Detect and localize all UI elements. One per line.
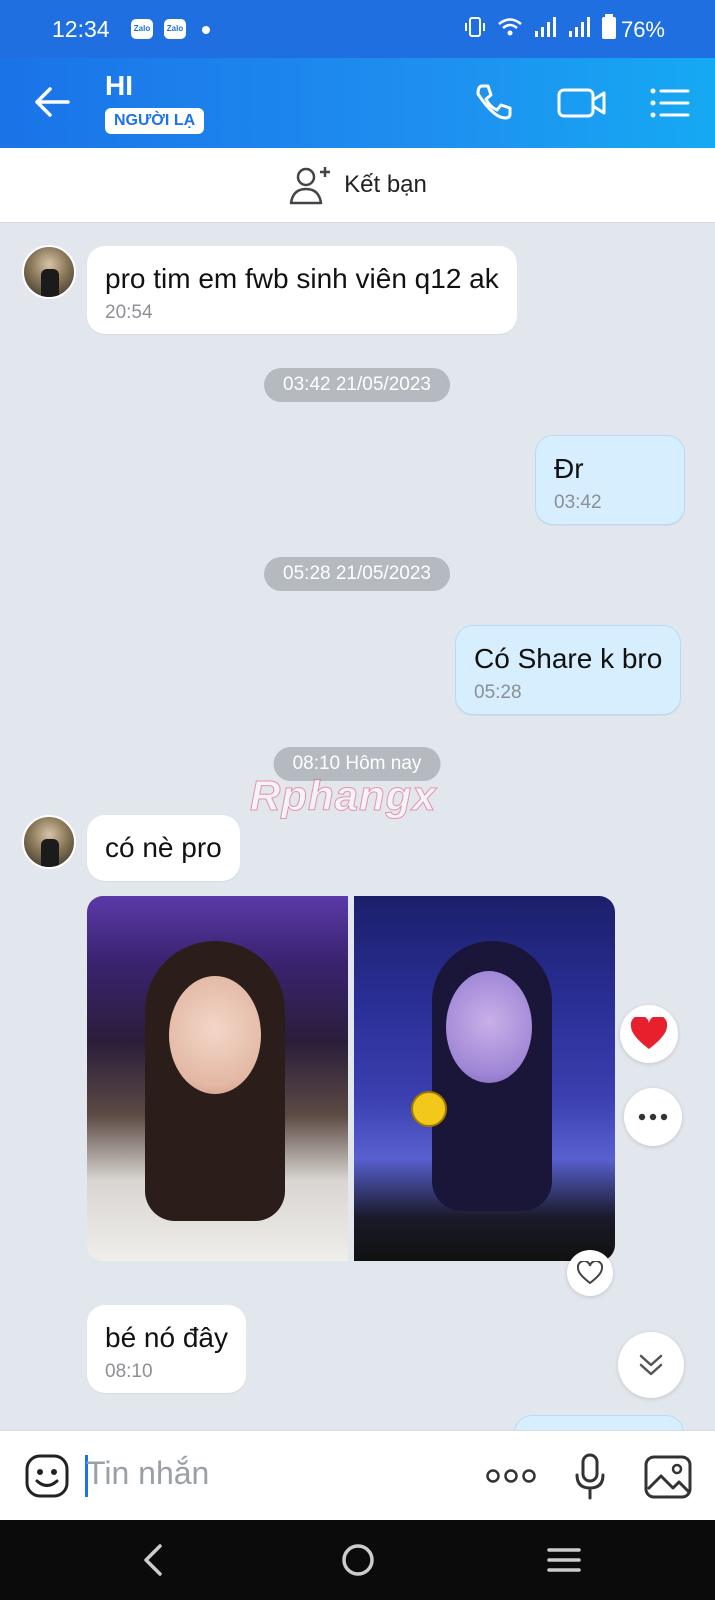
nav-home-icon[interactable]	[340, 1540, 376, 1580]
battery-percent: 76%	[620, 17, 665, 42]
photo-grid[interactable]	[87, 896, 615, 1261]
date-separator: 03:42 21/05/2023	[264, 368, 450, 402]
message-time: 03:42	[554, 492, 602, 513]
message-time: 08:10	[105, 1361, 153, 1382]
photo-face	[446, 971, 532, 1083]
wifi-icon	[498, 18, 522, 36]
message-text: pro tim em fwb sinh viên q12 ak	[105, 263, 499, 294]
vibrate-icon	[465, 17, 485, 37]
battery-icon	[602, 14, 616, 39]
status-time: 12:34	[52, 16, 110, 42]
phone-call-icon[interactable]	[470, 80, 516, 126]
signal-icon	[535, 17, 556, 37]
heart-filled-icon	[630, 1017, 668, 1049]
react-button[interactable]	[567, 1250, 613, 1296]
message-bubble-sent[interactable]: Đr 03:42	[535, 435, 685, 525]
message-bubble-received[interactable]: bé nó đây 08:10	[87, 1305, 246, 1393]
double-chevron-down-icon	[639, 1354, 663, 1376]
message-input[interactable]: Tin nhắn	[86, 1455, 209, 1492]
reaction-heart-button[interactable]	[620, 1005, 678, 1063]
message-time: 20:54	[105, 302, 153, 323]
add-friend-icon	[289, 167, 331, 205]
photo-image[interactable]	[354, 896, 615, 1261]
stranger-badge: NGƯỜI LẠ	[105, 108, 205, 134]
microphone-icon[interactable]	[574, 1453, 606, 1501]
date-separator: 05:28 21/05/2023	[264, 557, 450, 591]
zalo-notification-icon: Zalo	[164, 19, 186, 39]
nav-recents-icon[interactable]	[546, 1540, 582, 1580]
status-icons	[463, 14, 617, 40]
more-options-button[interactable]	[624, 1088, 682, 1146]
zalo-notification-icon: Zalo	[131, 19, 153, 39]
more-dots-icon	[638, 1113, 668, 1121]
message-text: Có Share k bro	[474, 643, 663, 674]
video-call-icon[interactable]	[556, 80, 608, 126]
gallery-image-icon[interactable]	[644, 1455, 692, 1499]
system-nav-bar	[0, 1520, 715, 1600]
scroll-to-bottom-button[interactable]	[618, 1332, 684, 1398]
nav-back-icon[interactable]	[138, 1540, 168, 1580]
message-text: Đr	[554, 453, 584, 484]
more-horizontal-icon[interactable]	[486, 1469, 536, 1483]
chat-header: HI NGƯỜI LẠ	[0, 58, 715, 148]
smiley-sticker-icon	[411, 1091, 447, 1127]
message-text: bé nó đây	[105, 1322, 228, 1353]
message-bubble-sent[interactable]: Có Share k bro 05:28	[455, 625, 682, 715]
menu-list-icon[interactable]	[648, 80, 690, 126]
contact-avatar[interactable]	[22, 815, 76, 869]
message-bubble-received[interactable]: có nè pro	[87, 815, 240, 881]
message-input-bar: Tin nhắn	[0, 1430, 715, 1520]
add-friend-label: Kết bạn	[344, 171, 427, 198]
message-text: có nè pro	[105, 832, 222, 863]
watermark-logo: Rphangx	[250, 772, 437, 820]
back-arrow-icon[interactable]	[30, 80, 74, 124]
message-time: 05:28	[474, 682, 522, 703]
contact-name[interactable]: HI	[105, 70, 133, 102]
add-friend-bar[interactable]: Kết bạn	[0, 148, 715, 223]
photo-face	[169, 976, 261, 1094]
contact-avatar[interactable]	[22, 245, 76, 299]
emoji-sticker-icon[interactable]	[24, 1453, 70, 1499]
signal-icon	[569, 17, 590, 37]
status-bar: 12:34 Zalo Zalo 76%	[0, 0, 715, 58]
photo-image[interactable]	[87, 896, 348, 1261]
notification-dot-icon	[202, 26, 210, 34]
message-bubble-received[interactable]: pro tim em fwb sinh viên q12 ak 20:54	[87, 246, 517, 334]
heart-outline-icon	[577, 1261, 603, 1285]
